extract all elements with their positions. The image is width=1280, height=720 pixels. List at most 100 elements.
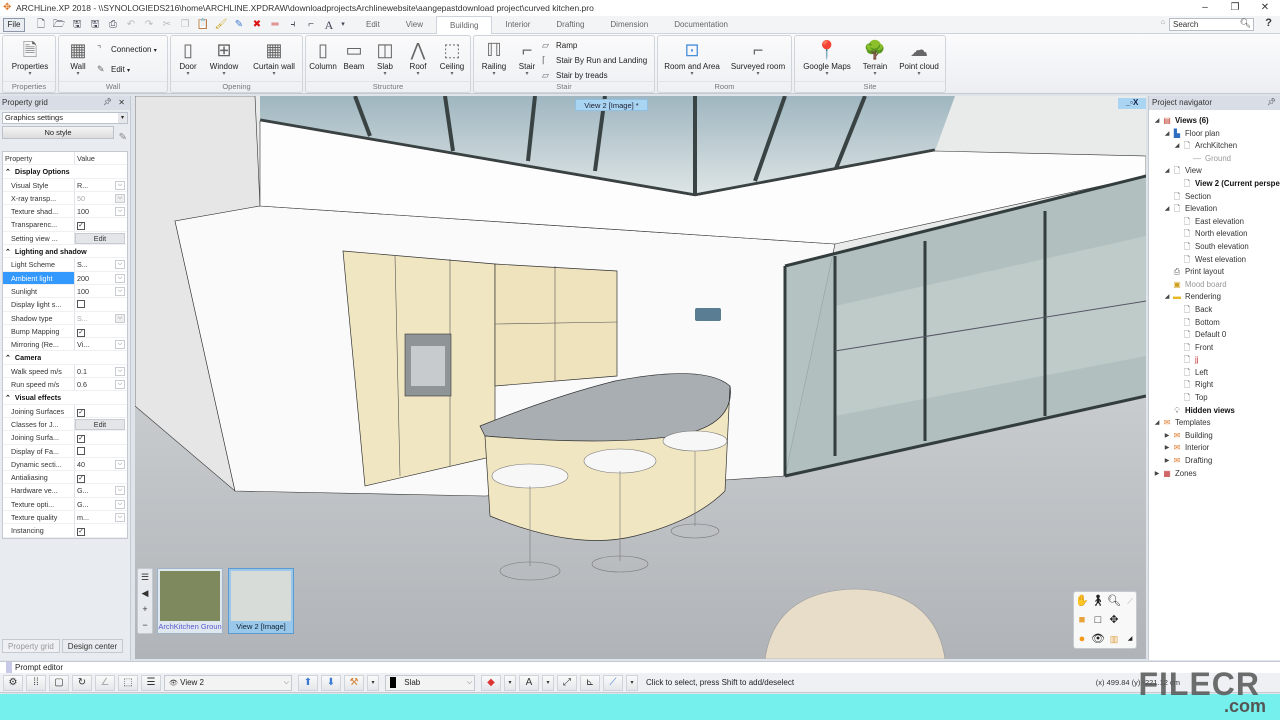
property-category[interactable]: ⌃ Camera [3, 351, 127, 365]
collapse-chevron-icon[interactable]: ⌃ [5, 169, 11, 176]
property-value-cell[interactable]: G... ⌵ [75, 498, 127, 510]
tree-item[interactable]: 🗋 North elevation [1149, 228, 1280, 241]
resize-icon[interactable]: ◢ [1122, 630, 1138, 649]
tree-item[interactable]: ◢ ✉ Templates [1149, 417, 1280, 430]
surveyed-room-button[interactable]: ⌐ Surveyed room ▾ [728, 38, 788, 77]
property-row[interactable]: Dynamic secti... 40 ⌵ [3, 457, 127, 472]
tree-item[interactable]: 🗋 Back [1149, 304, 1280, 317]
collapse-arrow-icon[interactable]: ◢ [1163, 128, 1171, 141]
copy-icon[interactable]: ❐ [177, 18, 193, 32]
door-button[interactable]: ▯ Door ▾ [175, 38, 201, 77]
tree-item[interactable]: 💡︎ Hidden views [1149, 405, 1280, 418]
tree-item[interactable]: ◢ 🗋 View [1149, 165, 1280, 178]
tab-interior[interactable]: Interior [492, 16, 543, 34]
dropdown-arrow[interactable]: ▾ [504, 674, 516, 691]
zoom-icon[interactable]: 🔍︎ [1106, 592, 1122, 611]
checkbox[interactable]: ✓ [77, 328, 85, 337]
checkbox[interactable] [77, 300, 85, 309]
ceiling-button[interactable]: ⬚ Ceiling ▾ [436, 38, 468, 77]
tab-documentation[interactable]: Documentation [661, 16, 741, 34]
checkbox[interactable]: ✓ [77, 475, 85, 484]
property-row[interactable]: Display light s... [3, 298, 127, 312]
property-value-cell[interactable]: ✓ [75, 471, 127, 484]
stair-button[interactable]: ⌐ Stair ▾ [514, 38, 540, 77]
tab-dimension[interactable]: Dimension [597, 16, 661, 34]
collapse-arrow-icon[interactable]: ◢ [1163, 165, 1171, 178]
minimize-button[interactable]: – [1190, 0, 1220, 16]
text-style-icon[interactable]: A [321, 18, 337, 32]
property-row[interactable]: Bump Mapping ✓ [3, 324, 127, 339]
hammer-3d-icon[interactable]: ⚒ [344, 674, 364, 691]
window-button[interactable]: ⊞ Window ▾ [207, 38, 241, 77]
google-maps-button[interactable]: 📍 Google Maps ▾ [799, 38, 855, 77]
help-icon[interactable]: ? [1265, 17, 1272, 29]
open-folder-icon[interactable]: 🗁 [51, 18, 67, 32]
tab-drafting[interactable]: Drafting [543, 16, 597, 34]
property-value-cell[interactable]: ✓ [75, 405, 127, 417]
collapse-left-icon[interactable]: ◀ [138, 585, 152, 601]
chevron-down-icon[interactable]: ⌵ [115, 286, 125, 296]
checkbox[interactable] [77, 446, 85, 455]
connection-button[interactable]: ⌝ Connection ▾ [97, 44, 157, 55]
tree-item[interactable]: 🗋 West elevation [1149, 254, 1280, 267]
collapse-chevron-icon[interactable]: ⌃ [5, 355, 11, 362]
roof-button[interactable]: ⋀ Roof ▾ [404, 38, 432, 77]
property-row[interactable]: Joining Surfa... ✓ [3, 431, 127, 445]
view-thumbnail-selected[interactable]: View 2 [Image] [228, 568, 294, 634]
undo-icon[interactable]: ↶ [123, 18, 139, 32]
collapse-arrow-icon[interactable]: ◢ [1173, 140, 1181, 153]
chevron-down-icon[interactable]: ⌵ [115, 180, 125, 190]
paste-icon[interactable]: 📋 [195, 18, 211, 32]
property-row[interactable]: Display of Fa... [3, 444, 127, 458]
close-panel-icon[interactable]: ✕ [118, 96, 125, 110]
text-font-icon[interactable]: A [519, 674, 539, 691]
zoom-in-icon[interactable]: + [138, 601, 152, 617]
property-row[interactable]: Setting view ... Edit [3, 231, 127, 246]
property-row[interactable]: Light Scheme S... ⌵ [3, 258, 127, 272]
expand-arrow-icon[interactable]: ▶ [1163, 455, 1171, 468]
tree-item[interactable]: ▶ ✉ Interior [1149, 442, 1280, 455]
grid-icon[interactable]: ⁞⁞ [26, 674, 46, 691]
property-row[interactable]: Instancing ✓ [3, 524, 127, 538]
frame-icon[interactable]: ▢ [49, 674, 69, 691]
dropdown-arrow[interactable]: ▾ [542, 674, 554, 691]
collapse-arrow-icon[interactable]: ◢ [1163, 291, 1171, 304]
select-cursor-icon[interactable]: ⬚ [118, 674, 138, 691]
wireframe-cube-icon[interactable]: □ [1090, 611, 1106, 630]
tree-item[interactable]: 🗋 Default 0 [1149, 329, 1280, 342]
property-value-cell[interactable] [75, 445, 127, 457]
expand-arrow-icon[interactable]: ▶ [1153, 468, 1161, 481]
tree-item[interactable]: 🗋 Left [1149, 367, 1280, 380]
save-as-icon[interactable]: 🖫 [87, 18, 103, 32]
collapse-chevron-icon[interactable]: ⌃ [5, 395, 11, 402]
eye-icon[interactable]: 👁︎ [1090, 630, 1106, 649]
tree-item[interactable]: 🗋 jj [1149, 354, 1280, 367]
collapse-chevron-icon[interactable]: ⌃ [5, 249, 11, 256]
point-cloud-button[interactable]: ☁ Point cloud ▾ [895, 38, 943, 77]
property-value-cell[interactable]: 0.1 ⌵ [75, 365, 127, 377]
property-value-cell[interactable]: 100 ⌵ [75, 285, 127, 297]
tree-item[interactable]: ▶ ✉ Building [1149, 430, 1280, 443]
print-icon[interactable]: ⎙ [105, 18, 121, 32]
list-icon[interactable]: ☰ [138, 569, 152, 585]
orbit-icon[interactable]: ✥ [1106, 611, 1122, 630]
tree-item[interactable]: ▶ ▦ Zones [1149, 468, 1280, 481]
tab-view[interactable]: View [393, 16, 436, 34]
no-style-button[interactable]: No style [2, 126, 114, 139]
collapse-ribbon-icon[interactable]: ⌂ [1161, 19, 1165, 26]
ramp-button[interactable]: ▱ Ramp [542, 40, 577, 51]
property-row[interactable]: Ambient light 200 ⌵ [3, 271, 127, 285]
expand-arrow-icon[interactable]: ▶ [1163, 430, 1171, 443]
tree-item[interactable]: ▣ Mood board [1149, 279, 1280, 292]
tree-item[interactable]: ◢ ▤ Views (6) [1149, 115, 1280, 128]
property-value-cell[interactable]: 100 ⌵ [75, 205, 127, 217]
tree-item[interactable]: ◢ ▬ Rendering [1149, 291, 1280, 304]
close-button[interactable]: ✕ [1250, 0, 1280, 16]
column-button[interactable]: ▯ Column [308, 38, 338, 71]
tree-item[interactable]: 🗋 East elevation [1149, 216, 1280, 229]
eraser-icon[interactable]: ◆ [481, 674, 501, 691]
property-value-cell[interactable]: ✓ [75, 218, 127, 231]
checkbox[interactable]: ✓ [77, 408, 85, 417]
edit-wall-button[interactable]: ✎ Edit ▾ [97, 64, 130, 75]
cut-icon[interactable]: ✂ [159, 18, 175, 32]
